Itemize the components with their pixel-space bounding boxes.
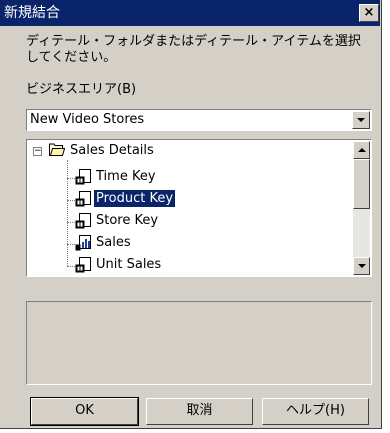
detail-item-icon [75, 257, 91, 273]
help-button[interactable]: ヘルプ(H) [262, 398, 369, 425]
tree-item-label: Time Key [96, 169, 156, 184]
measure-item-icon [75, 235, 91, 251]
business-area-select[interactable]: New Video Stores [26, 109, 372, 131]
scroll-thumb[interactable] [353, 159, 370, 209]
close-button[interactable]: × [359, 4, 379, 22]
chevron-up-icon [358, 148, 366, 152]
open-folder-icon [49, 143, 65, 156]
detail-item-icon [75, 169, 91, 185]
business-area-label: ビジネスエリア(B) [26, 82, 137, 97]
new-join-dialog: 新規結合 × ディテール・フォルダまたはディテール・アイテムを選択してください。… [0, 0, 382, 429]
tree-scrollbar[interactable] [353, 141, 370, 275]
tree-item-label: Store Key [96, 213, 159, 228]
detail-tree[interactable]: − Sales Details Time Key Product Key Sto… [26, 139, 372, 277]
tree-item-label: Sales [96, 235, 131, 250]
scroll-up-button[interactable] [353, 141, 370, 159]
cancel-button[interactable]: 取消 [146, 398, 253, 425]
chevron-down-icon [358, 264, 366, 268]
collapse-toggle[interactable]: − [33, 147, 42, 156]
tree-connector [67, 178, 75, 179]
description-panel [26, 301, 372, 385]
detail-item-icon [75, 213, 91, 229]
ok-button[interactable]: OK [30, 397, 139, 426]
tree-connector [67, 160, 68, 266]
dropdown-button[interactable] [352, 111, 370, 129]
tree-connector [67, 244, 75, 245]
tree-folder-label: Sales Details [70, 143, 154, 158]
instruction-text: ディテール・フォルダまたはディテール・アイテムを選択してください。 [26, 34, 361, 65]
window-title: 新規結合 [4, 5, 60, 21]
tree-item-label: Product Key [92, 189, 177, 208]
title-bar[interactable]: 新規結合 × [0, 0, 380, 26]
chevron-down-icon [357, 118, 365, 122]
business-area-value: New Video Stores [30, 112, 145, 127]
tree-item-label: Unit Sales [96, 257, 162, 272]
close-icon: × [363, 5, 375, 20]
tree-connector [67, 266, 75, 267]
scroll-down-button[interactable] [353, 257, 370, 275]
tree-connector [67, 222, 75, 223]
tree-connector [67, 200, 75, 201]
detail-item-icon [75, 191, 91, 207]
